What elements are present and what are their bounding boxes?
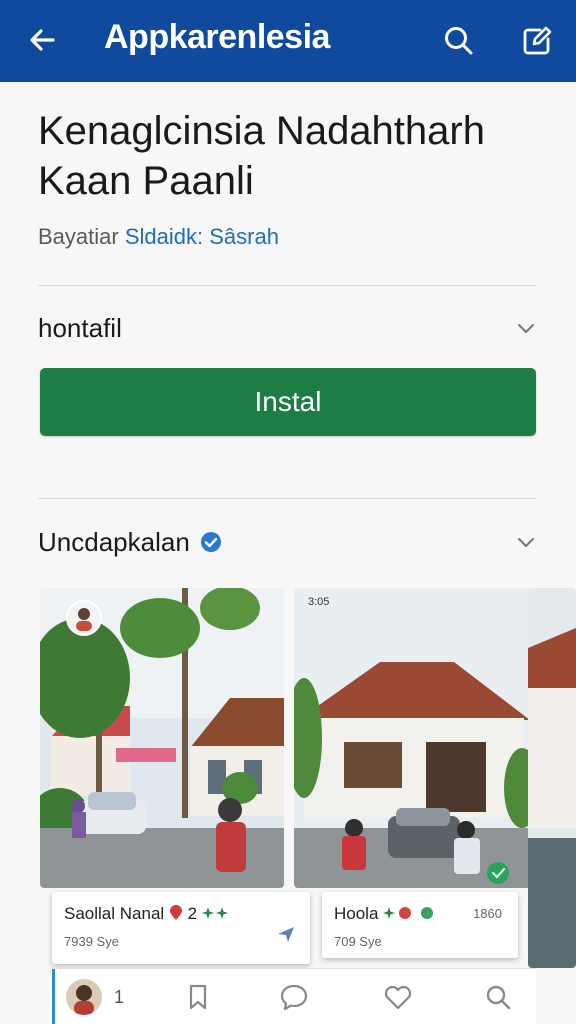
screenshot-status-time: 3:05: [308, 596, 330, 608]
heart-icon[interactable]: [382, 981, 414, 1013]
post-card-tag-count: 2: [187, 904, 198, 923]
divider: [38, 285, 536, 286]
app-bar-title: Appkarenlesia: [104, 18, 330, 56]
post-card-title: Saollal Nanal 2: [64, 904, 230, 924]
edit-button[interactable]: [518, 22, 556, 60]
divider: [38, 498, 536, 499]
app-bar: Appkarenlesia: [0, 0, 576, 82]
accent-strip: [52, 969, 55, 1024]
post-card-count: 1860: [473, 906, 502, 921]
screenshot-partial[interactable]: [528, 588, 576, 968]
info-section-label: hontafil: [38, 312, 122, 343]
reaction-count: 1: [114, 987, 125, 1007]
chevron-down-icon: [518, 538, 534, 547]
send-icon[interactable]: [276, 924, 296, 944]
post-card-name: Hoola: [334, 904, 379, 923]
screenshots-section-label: Uncdapkalan: [38, 526, 190, 557]
bookmark-icon[interactable]: [182, 981, 214, 1013]
edit-icon: [523, 26, 552, 55]
developer-prefix: Bayatiar: [38, 224, 119, 249]
search-icon: [445, 27, 473, 55]
post-card-title: Hoola: [334, 904, 439, 924]
install-button[interactable]: Instal: [40, 368, 536, 436]
street-scene-image: [40, 588, 284, 888]
back-button[interactable]: [22, 20, 62, 60]
screenshots-section-header: Uncdapkalan: [38, 527, 222, 558]
post-card-subtitle: 7939 Sye: [64, 934, 119, 949]
house-scene-image: [294, 588, 536, 888]
badge-icons: [383, 907, 434, 919]
search-button[interactable]: [440, 22, 478, 60]
info-section-toggle[interactable]: hontafil: [38, 308, 536, 348]
partial-scene-image: [528, 588, 576, 968]
avatar[interactable]: [66, 979, 102, 1015]
screenshot-house-scene[interactable]: [294, 588, 536, 888]
comment-icon[interactable]: [278, 981, 310, 1013]
verified-badge-icon: [200, 532, 221, 552]
screenshots-section-toggle[interactable]: Uncdapkalan: [38, 522, 536, 562]
arrow-left-icon: [30, 29, 55, 51]
search-icon[interactable]: [482, 981, 514, 1013]
bottom-action-bar: 1: [52, 968, 536, 1024]
screenshot-street-scene[interactable]: [40, 588, 284, 888]
post-card-name: Saollal Nanal: [64, 904, 165, 923]
sparkle-icon: [201, 907, 228, 919]
post-card[interactable]: Hoola 1860 709 Sye: [322, 892, 518, 958]
location-pin-icon: [169, 905, 182, 920]
developer-link[interactable]: Sldaidk: Sâsrah: [125, 224, 279, 249]
app-title: Kenaglcinsia Nadahtharh Kaan Paanli: [38, 109, 485, 203]
avatar-image: [66, 979, 102, 1015]
chevron-down-icon: [518, 324, 534, 333]
post-card[interactable]: Saollal Nanal 2 7939 Sye: [52, 892, 310, 964]
developer-line: Bayatiar Sldaidk: Sâsrah: [38, 224, 279, 250]
post-card-subtitle: 709 Sye: [334, 934, 382, 949]
